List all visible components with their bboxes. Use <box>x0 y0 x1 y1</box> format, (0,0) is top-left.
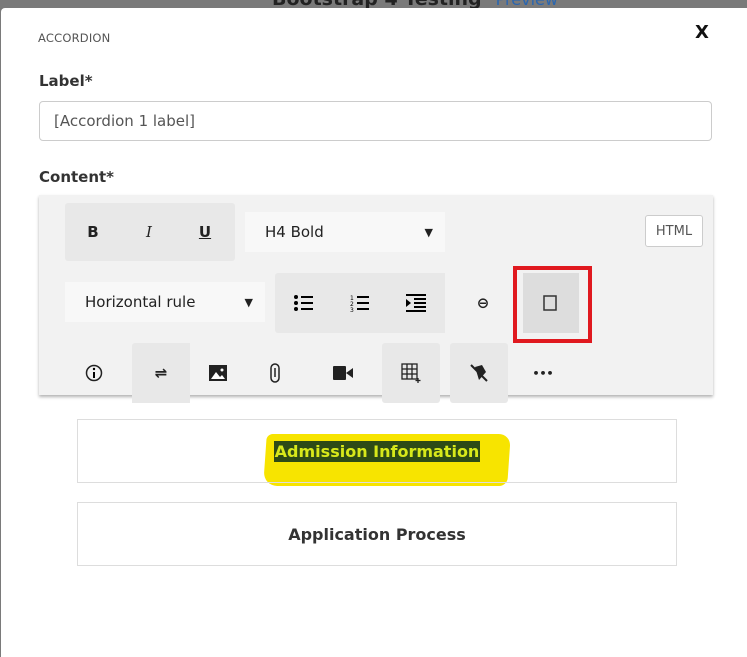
editor-toolbar: B I U H4 Bold ▼ HTML Horizontal rule ▼ 123… <box>39 195 713 403</box>
link-icon[interactable]: ⊖ <box>454 273 512 333</box>
numbered-list-icon[interactable]: 123 <box>331 273 389 333</box>
label-input[interactable]: [Accordion 1 label] <box>39 101 712 141</box>
accordion-item[interactable]: Application Process <box>77 502 677 566</box>
html-button[interactable]: HTML <box>645 215 703 247</box>
dropdown-arrow-icon: ▼ <box>244 295 253 309</box>
close-button[interactable]: X <box>695 22 709 43</box>
content-label: Content* <box>39 168 115 186</box>
label-field-label: Label* <box>39 72 93 90</box>
italic-button[interactable]: I <box>120 202 178 262</box>
accordion-item-label: Admission Information <box>273 440 481 462</box>
clear-formatting-icon[interactable] <box>450 343 508 403</box>
bold-button[interactable]: B <box>64 202 122 262</box>
indent-icon[interactable] <box>387 273 445 333</box>
more-icon[interactable]: ••• <box>514 343 572 403</box>
insert-select[interactable]: Horizontal rule ▼ <box>65 282 265 322</box>
video-icon[interactable] <box>314 343 372 403</box>
attachment-icon[interactable] <box>246 343 304 403</box>
insert-table-icon[interactable] <box>382 343 440 403</box>
image-icon[interactable] <box>189 343 247 403</box>
accordion-item[interactable]: Admission Information <box>77 419 677 483</box>
unlink-icon[interactable]: ⇌ <box>132 343 190 403</box>
accordion-modal: ACCORDION X Label* [Accordion 1 label] C… <box>1 8 747 657</box>
info-icon[interactable] <box>65 343 123 403</box>
accordion-item-label: Application Process <box>288 524 466 544</box>
dropdown-arrow-icon: ▼ <box>424 225 433 239</box>
underline-button[interactable]: U <box>176 202 234 262</box>
svg-text:3: 3 <box>350 307 354 312</box>
bullet-list-icon[interactable] <box>275 273 333 333</box>
highlight-box <box>513 266 592 343</box>
format-select[interactable]: H4 Bold ▼ <box>245 212 445 252</box>
modal-kicker: ACCORDION <box>38 31 111 45</box>
